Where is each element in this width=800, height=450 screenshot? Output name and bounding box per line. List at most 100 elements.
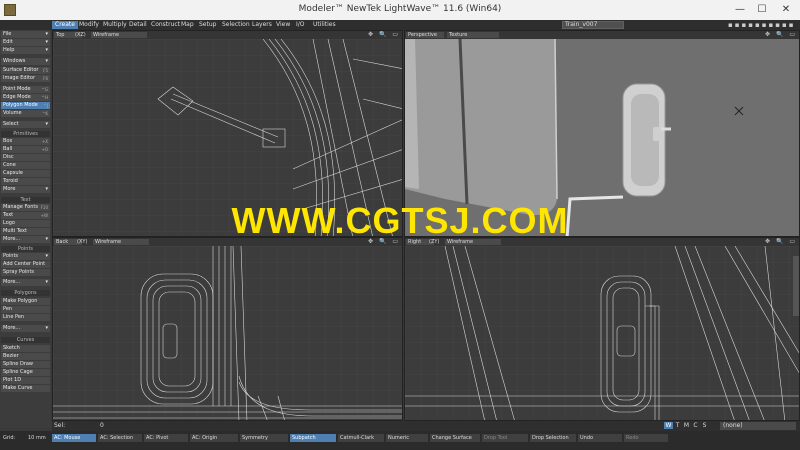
- viewport-top-axis: (XZ): [75, 32, 86, 38]
- make-polygon-button[interactable]: Make Polygon: [1, 298, 50, 305]
- disc-button[interactable]: Disc: [1, 154, 50, 161]
- viewport-perspective-view-select[interactable]: Perspective: [406, 32, 444, 38]
- image-editor-button[interactable]: Image Editor F6: [1, 75, 50, 82]
- volume-button[interactable]: Volume ^K: [1, 110, 50, 117]
- pen-button[interactable]: Pen: [1, 306, 50, 313]
- bezier-button[interactable]: Bezier: [1, 353, 50, 360]
- box-label: Box: [3, 138, 13, 144]
- toroid-button[interactable]: Toroid: [1, 178, 50, 185]
- vmap-select[interactable]: (none): [720, 422, 796, 430]
- tab-create[interactable]: Create: [52, 21, 78, 29]
- polygons-heading: Polygons: [1, 290, 50, 296]
- viewport-top-render-mode[interactable]: Wireframe: [91, 32, 147, 38]
- drop-selection-button[interactable]: Drop Selection: [530, 434, 576, 442]
- polygon-mode-button[interactable]: Polygon Mode ^J: [1, 102, 50, 109]
- polygon-mode-label: Polygon Mode: [3, 102, 38, 108]
- volume-label: Volume: [3, 110, 22, 116]
- change-surface-button[interactable]: Change Surface: [430, 434, 480, 442]
- surface-editor-button[interactable]: Surface Editor F5: [1, 67, 50, 74]
- action-center-mouse-button[interactable]: AC: Mouse: [52, 434, 96, 442]
- vmap-weight-button[interactable]: W: [664, 422, 673, 429]
- line-pen-button[interactable]: Line Pen: [1, 314, 50, 321]
- capsule-button[interactable]: Capsule: [1, 170, 50, 177]
- windows-menu[interactable]: Windows: [1, 58, 50, 65]
- add-center-point-button[interactable]: Add Center Point: [1, 261, 50, 268]
- numeric-button[interactable]: Numeric: [386, 434, 428, 442]
- action-center-origin-button[interactable]: AC: Origin: [190, 434, 238, 442]
- edge-mode-shortcut: ^H: [41, 95, 48, 100]
- tab-utilities[interactable]: Utilities: [310, 21, 339, 29]
- make-curve-button[interactable]: Make Curve: [1, 385, 50, 392]
- polygons-more-dropdown[interactable]: More...: [1, 325, 50, 332]
- vmap-type-buttons: WTMCS: [664, 422, 709, 429]
- redo-button[interactable]: Redo: [624, 434, 668, 442]
- symmetry-button[interactable]: Symmetry: [240, 434, 288, 442]
- surface-editor-shortcut: F5: [43, 68, 48, 73]
- tab-io[interactable]: I/O: [293, 21, 308, 29]
- vmap-morph-button[interactable]: M: [682, 422, 691, 429]
- subpatch-button[interactable]: Subpatch: [290, 434, 336, 442]
- tab-view[interactable]: View: [273, 21, 293, 29]
- tab-detail[interactable]: Detail: [126, 21, 150, 29]
- bottom-toolbar: Grid: 10 mm AC: Mouse AC: Selection AC: …: [0, 431, 800, 450]
- tab-modify[interactable]: Modify: [76, 21, 102, 29]
- menu-tab-bar: Create Modify Multiply Detail Construct …: [0, 20, 800, 30]
- close-button[interactable]: ✕: [776, 3, 796, 17]
- image-editor-shortcut: F6: [43, 76, 48, 81]
- volume-shortcut: ^K: [42, 111, 48, 116]
- watermark-text: WWW.CGTSJ.COM: [231, 200, 569, 241]
- select-dropdown[interactable]: Select: [1, 121, 50, 128]
- box-button[interactable]: Box +X: [1, 138, 50, 145]
- selection-count: 0: [100, 422, 104, 429]
- cone-button[interactable]: Cone: [1, 162, 50, 169]
- point-mode-label: Point Mode: [3, 86, 31, 92]
- maximize-button[interactable]: ☐: [752, 3, 772, 17]
- vmap-texture-button[interactable]: T: [673, 422, 682, 429]
- ball-button[interactable]: Ball +O: [1, 146, 50, 153]
- points-dropdown[interactable]: Points: [1, 253, 50, 260]
- subpatch-type-select[interactable]: Catmull-Clark: [338, 434, 384, 442]
- primitives-more-dropdown[interactable]: More: [1, 186, 50, 193]
- undo-button[interactable]: Undo: [578, 434, 622, 442]
- viewport-perspective-nav-icons[interactable]: ✥ 🔍 ▭: [765, 31, 797, 39]
- grid-label: Grid:: [3, 435, 16, 441]
- viewport-perspective-header: Perspective Texture ✥ 🔍 ▭: [405, 31, 799, 39]
- object-layer-select[interactable]: Train_v007: [562, 21, 624, 29]
- viewport-top-nav-icons[interactable]: ✥ 🔍 ▭: [368, 31, 400, 39]
- layer-bank-icons[interactable]: ▪▪▪▪▪▪▪▪▪▪: [728, 21, 798, 29]
- sketch-button[interactable]: Sketch: [1, 345, 50, 352]
- spline-draw-button[interactable]: Spline Draw: [1, 361, 50, 368]
- tab-setup[interactable]: Setup: [196, 21, 219, 29]
- action-center-pivot-button[interactable]: AC: Pivot: [144, 434, 188, 442]
- vmap-selection-button[interactable]: S: [700, 422, 709, 429]
- tab-layers[interactable]: Layers: [249, 21, 275, 29]
- curves-heading: Curves: [1, 337, 50, 343]
- action-center-selection-button[interactable]: AC: Selection: [98, 434, 142, 442]
- edge-mode-button[interactable]: Edge Mode ^H: [1, 94, 50, 101]
- spray-points-button[interactable]: Spray Points: [1, 269, 50, 276]
- viewport-perspective-render-mode[interactable]: Texture: [447, 32, 499, 38]
- plot-1d-button[interactable]: Plot 1D: [1, 377, 50, 384]
- help-menu[interactable]: Help: [1, 47, 50, 54]
- tab-selection[interactable]: Selection: [219, 21, 253, 29]
- point-mode-shortcut: ^G: [41, 87, 48, 92]
- points-more-dropdown[interactable]: More...: [1, 279, 50, 286]
- file-menu[interactable]: File: [1, 31, 50, 38]
- tab-map[interactable]: Map: [178, 21, 197, 29]
- minimize-button[interactable]: —: [730, 3, 750, 17]
- edit-menu[interactable]: Edit: [1, 39, 50, 46]
- drop-tool-button[interactable]: Drop Tool: [482, 434, 528, 442]
- box-shortcut: +X: [41, 139, 48, 144]
- vmap-color-button[interactable]: C: [691, 422, 700, 429]
- surface-editor-label: Surface Editor: [3, 67, 39, 73]
- primitives-heading: Primitives: [1, 131, 50, 137]
- viewport-right[interactable]: Right (ZY) Wireframe ✥ 🔍 ▭: [404, 237, 800, 421]
- viewport-right-scrollbar[interactable]: [793, 256, 799, 316]
- viewport-back[interactable]: Back (XY) Wireframe ✥ 🔍 ▭: [52, 237, 403, 421]
- polygon-mode-shortcut: ^J: [43, 103, 48, 108]
- spline-cage-button[interactable]: Spline Cage: [1, 369, 50, 376]
- ball-shortcut: +O: [41, 147, 49, 152]
- title-bar: Modeler™ NewTek LightWave™ 11.6 (Win64) …: [0, 0, 800, 20]
- grid-size-value: 10 mm: [28, 435, 46, 441]
- point-mode-button[interactable]: Point Mode ^G: [1, 86, 50, 93]
